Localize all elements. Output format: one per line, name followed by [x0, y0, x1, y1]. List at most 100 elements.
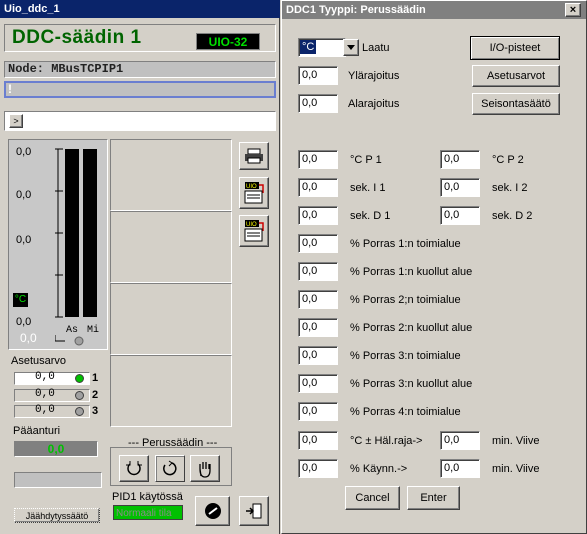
controller-badge: UIO-32 [196, 33, 260, 50]
controller-name: DDC-säädin 1 [12, 27, 142, 48]
gauge-as-label: As [66, 325, 79, 336]
p2-label: °C P 2 [492, 154, 524, 166]
dialog-close-button[interactable]: × [565, 3, 581, 17]
stage3-range-label: % Porras 3:n toimialue [350, 350, 461, 362]
io-import-button[interactable]: UIO [239, 215, 269, 247]
stage4-range-field[interactable]: 0,0 [298, 402, 338, 421]
pid-label: PID1 käytössä [112, 491, 183, 503]
alarm-limit-label: °C ± Häl.raja-> [350, 435, 423, 447]
quality-label: Laatu [362, 42, 390, 54]
stage3-deadband-label: % Porras 3:n kuollut alue [350, 378, 473, 390]
lower-limit-field[interactable]: 0,0 [298, 94, 338, 113]
setpoint-label: Asetusarvo [11, 355, 67, 367]
io-export-button[interactable]: UIO [239, 177, 269, 209]
setpoint-number: 3 [92, 405, 99, 417]
cancel-button[interactable]: Cancel [345, 486, 400, 510]
setpoint-value: 0,0 [35, 388, 55, 400]
alarm-delay-label: min. Viive [492, 435, 540, 447]
setpoints-button[interactable]: Asetusarvot [472, 65, 560, 87]
d1-label: sek. D 1 [350, 210, 391, 222]
io-points-button[interactable]: I/O-pisteet [470, 36, 560, 60]
d1-field[interactable]: 0,0 [298, 206, 338, 225]
node-label: Node: MBusTCPIP1 [4, 61, 276, 78]
stage1-deadband-label: % Porras 1:n kuollut alue [350, 266, 473, 278]
setpoint-value: 0,0 [35, 371, 55, 383]
stage2-deadband-field[interactable]: 0,0 [298, 318, 338, 337]
alarm-limit-field[interactable]: 0,0 [298, 431, 338, 450]
stage3-deadband-field[interactable]: 0,0 [298, 374, 338, 393]
alarm-delay-field[interactable]: 0,0 [440, 431, 480, 450]
stage2-range-field[interactable]: 0,0 [298, 290, 338, 309]
gauge-scale-label: 0,0 [16, 146, 32, 158]
setpoint-value: 0,0 [35, 404, 55, 416]
p1-field[interactable]: 0,0 [298, 150, 338, 169]
io-export-icon: UIO [244, 182, 264, 204]
unit-select-dropdown[interactable] [343, 39, 359, 56]
main-sensor-label: Pääanturi [13, 425, 61, 437]
upper-limit-label: Ylärajoitus [348, 70, 400, 82]
expand-button[interactable]: > [9, 114, 23, 128]
p1-label: °C P 1 [350, 154, 382, 166]
gauge-scale-label: 0,0 [16, 316, 32, 328]
gauge-value: 0,0 [20, 331, 37, 345]
unit-select-value: °C [300, 40, 317, 54]
gauge-bar-as [65, 149, 79, 317]
uio-window-title: Uio_ddc_1 [0, 0, 280, 18]
print-button[interactable] [239, 142, 269, 170]
enter-button[interactable]: Enter [407, 486, 460, 510]
exit-door-icon [246, 503, 262, 519]
expand-bar [4, 111, 276, 131]
start-limit-field[interactable]: 0,0 [298, 459, 338, 478]
standby-control-button[interactable]: Seisontasäätö [472, 93, 560, 115]
start-limit-label: % Käynn.-> [350, 463, 408, 475]
p2-field[interactable]: 0,0 [440, 150, 480, 169]
stage2-deadband-label: % Porras 2:n kuollut alue [350, 322, 473, 334]
dialog-title: DDC1 Tyyppi: Perussäädin [282, 1, 586, 19]
chevron-down-icon [347, 45, 355, 50]
svg-text:UIO: UIO [246, 222, 257, 228]
stage1-deadband-field[interactable]: 0,0 [298, 262, 338, 281]
start-delay-field[interactable]: 0,0 [440, 459, 480, 478]
setpoint-led [75, 407, 84, 416]
mode-hand-button[interactable] [190, 455, 220, 482]
i2-label: sek. I 2 [492, 182, 528, 194]
progress-field [14, 472, 102, 488]
stage1-range-field[interactable]: 0,0 [298, 234, 338, 253]
pid-status: Normaali tila [113, 505, 183, 520]
gauge-scale [55, 148, 97, 346]
trend-cell [110, 355, 232, 427]
gauge-mi-label: Mi [87, 325, 100, 336]
alarm-message: ! [4, 81, 276, 98]
setpoint-led [75, 374, 84, 383]
i1-field[interactable]: 0,0 [298, 178, 338, 197]
d2-label: sek. D 2 [492, 210, 533, 222]
d2-field[interactable]: 0,0 [440, 206, 480, 225]
cooling-control-button[interactable]: Jäähdytyssäätö [14, 508, 100, 523]
gauge-unit: °C [13, 293, 28, 307]
setpoint-led [75, 391, 84, 400]
setpoint-number: 2 [92, 389, 99, 401]
gauge-scale-label: 0,0 [16, 189, 32, 201]
lower-limit-label: Alarajoitus [348, 98, 400, 110]
rotate-icon [126, 460, 142, 475]
printer-icon [245, 148, 263, 164]
mode-auto-button[interactable] [155, 455, 185, 482]
start-delay-label: min. Viive [492, 463, 540, 475]
trend-cell [110, 283, 232, 355]
upper-limit-field[interactable]: 0,0 [298, 66, 338, 85]
stage4-range-label: % Porras 4:n toimialue [350, 406, 461, 418]
gauge-scale-label: 0,0 [16, 234, 32, 246]
mode-manual-cycle-button[interactable] [119, 455, 149, 482]
trend-cell [110, 211, 232, 283]
stage2-range-label: % Porras 2;n toimialue [350, 294, 461, 306]
svg-text:UIO: UIO [246, 184, 257, 190]
exit-button[interactable] [239, 496, 269, 526]
trend-cell [110, 139, 232, 211]
auto-cycle-icon [163, 460, 177, 475]
stage3-range-field[interactable]: 0,0 [298, 346, 338, 365]
main-sensor-value: 0,0 [14, 441, 98, 457]
stage1-range-label: % Porras 1:n toimialue [350, 238, 461, 250]
pid-toggle-button[interactable] [195, 496, 230, 526]
setpoint-number: 1 [92, 372, 99, 384]
i2-field[interactable]: 0,0 [440, 178, 480, 197]
